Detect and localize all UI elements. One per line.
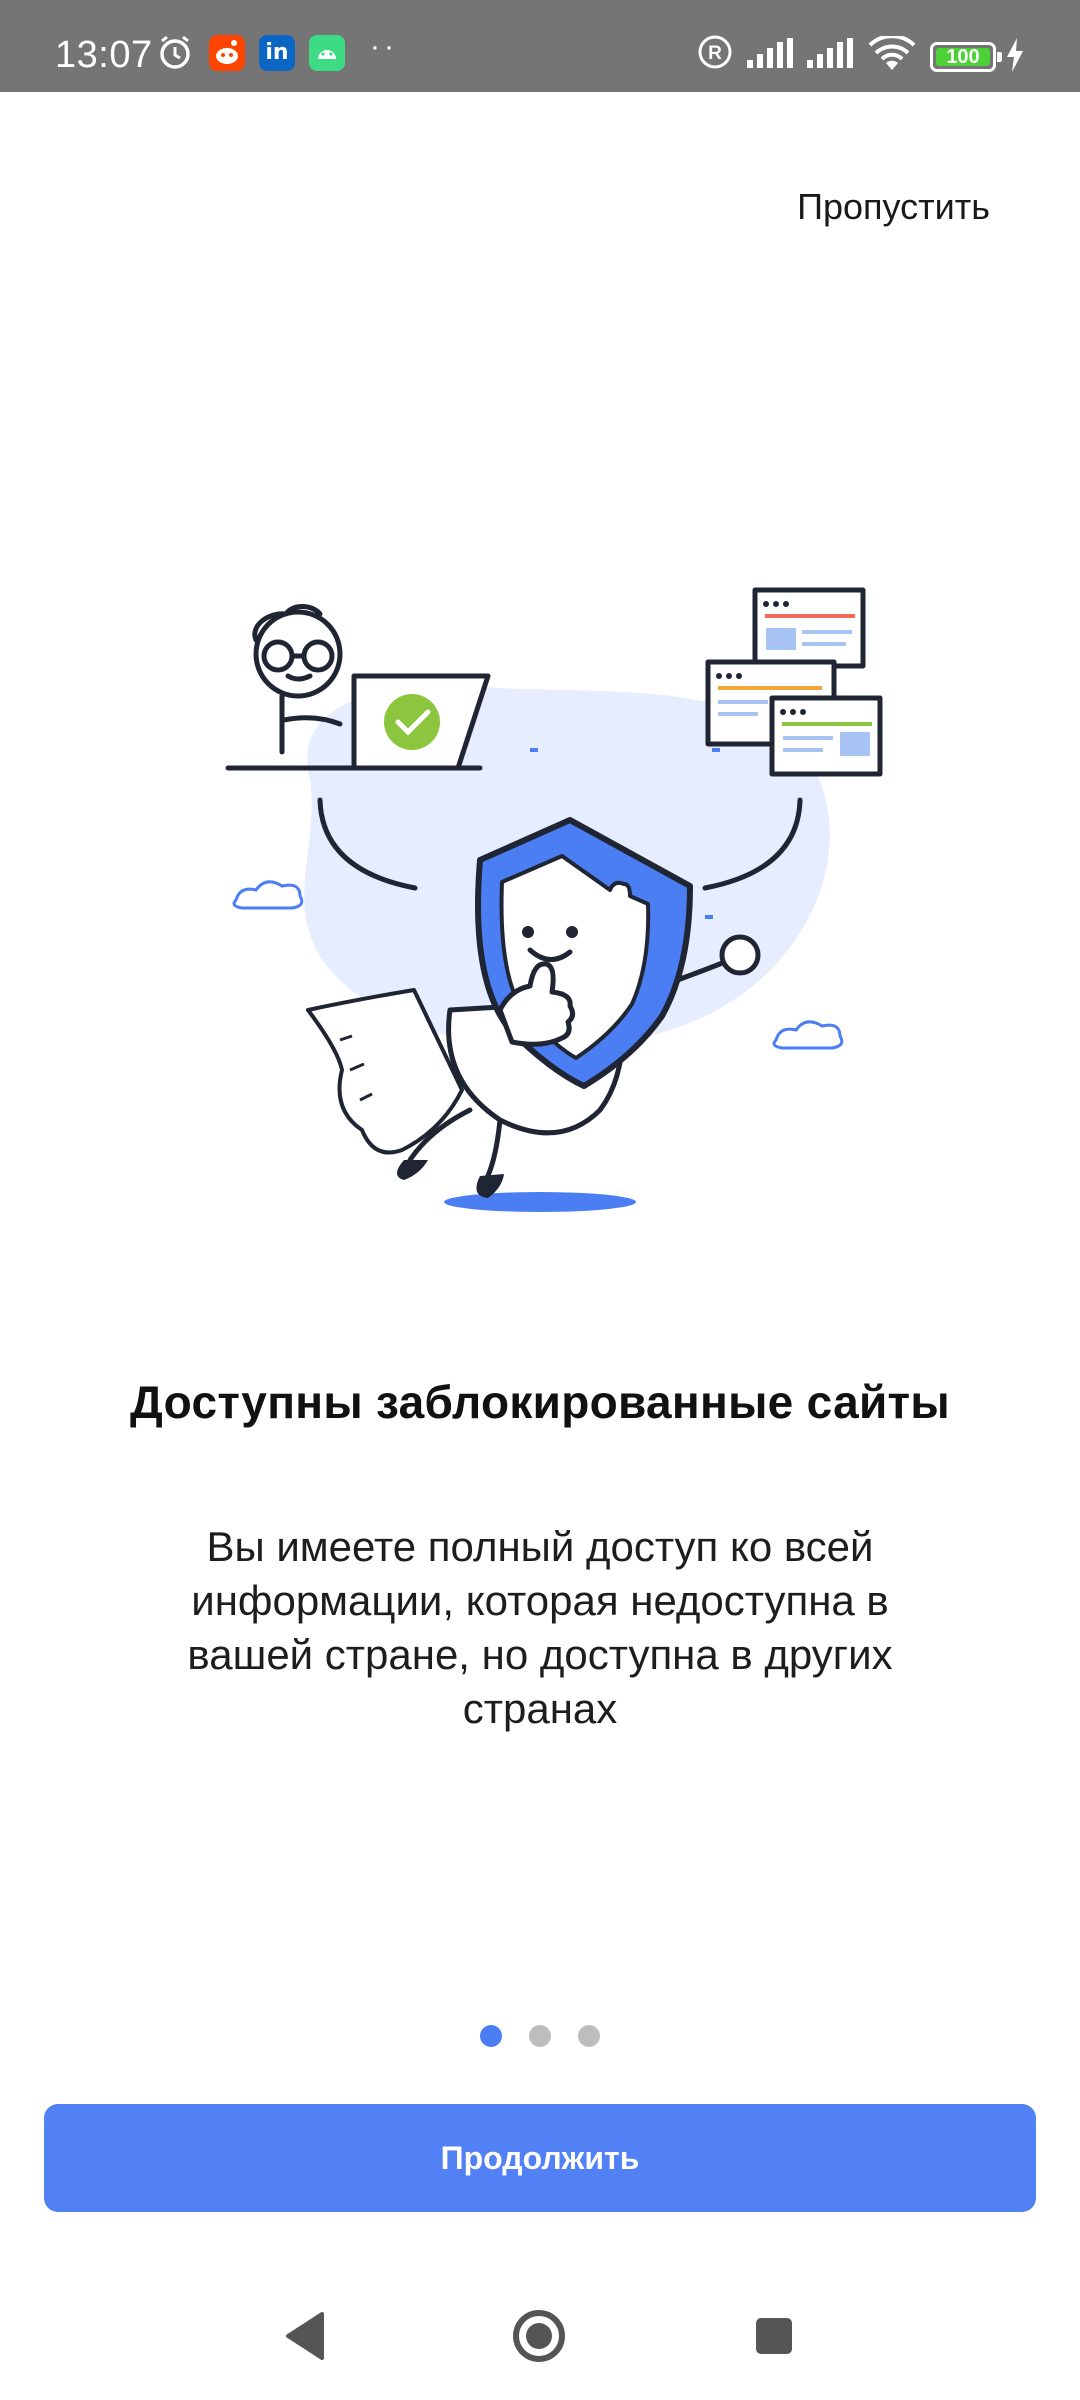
onboarding-title: Доступны заблокированные сайты bbox=[130, 1376, 950, 1428]
recents-icon[interactable] bbox=[752, 2308, 796, 2369]
onboarding-description: Вы имеете полный доступ ко всей информац… bbox=[187, 1523, 893, 1732]
charging-icon bbox=[1005, 38, 1025, 77]
reddit-icon bbox=[209, 35, 245, 71]
page-indicator bbox=[480, 2025, 600, 2049]
page-dot bbox=[578, 2025, 600, 2047]
continue-button[interactable]: Продолжить bbox=[44, 2104, 1036, 2212]
signal-icon bbox=[745, 38, 795, 75]
signal-icon bbox=[805, 38, 855, 75]
page-dot bbox=[480, 2025, 502, 2047]
registered-icon: R bbox=[696, 33, 734, 76]
wifi-icon bbox=[868, 34, 916, 77]
skip-button[interactable]: Пропустить bbox=[797, 186, 990, 228]
linkedin-icon: in bbox=[259, 35, 295, 71]
battery-icon: 100 bbox=[930, 42, 1002, 72]
status-bar: 13:07 in ·· R 100 bbox=[0, 0, 1080, 92]
onboarding-illustration bbox=[200, 570, 900, 1230]
home-icon[interactable] bbox=[511, 2308, 567, 2369]
more-dots-icon: ·· bbox=[370, 30, 398, 63]
status-time: 13:07 bbox=[55, 34, 153, 76]
alarm-icon bbox=[156, 33, 194, 76]
page-dot bbox=[529, 2025, 551, 2047]
system-nav-bar bbox=[0, 2290, 1080, 2400]
android-app-icon bbox=[309, 35, 345, 71]
back-icon[interactable] bbox=[282, 2308, 330, 2369]
svg-text:R: R bbox=[708, 43, 722, 64]
battery-level: 100 bbox=[946, 46, 980, 68]
